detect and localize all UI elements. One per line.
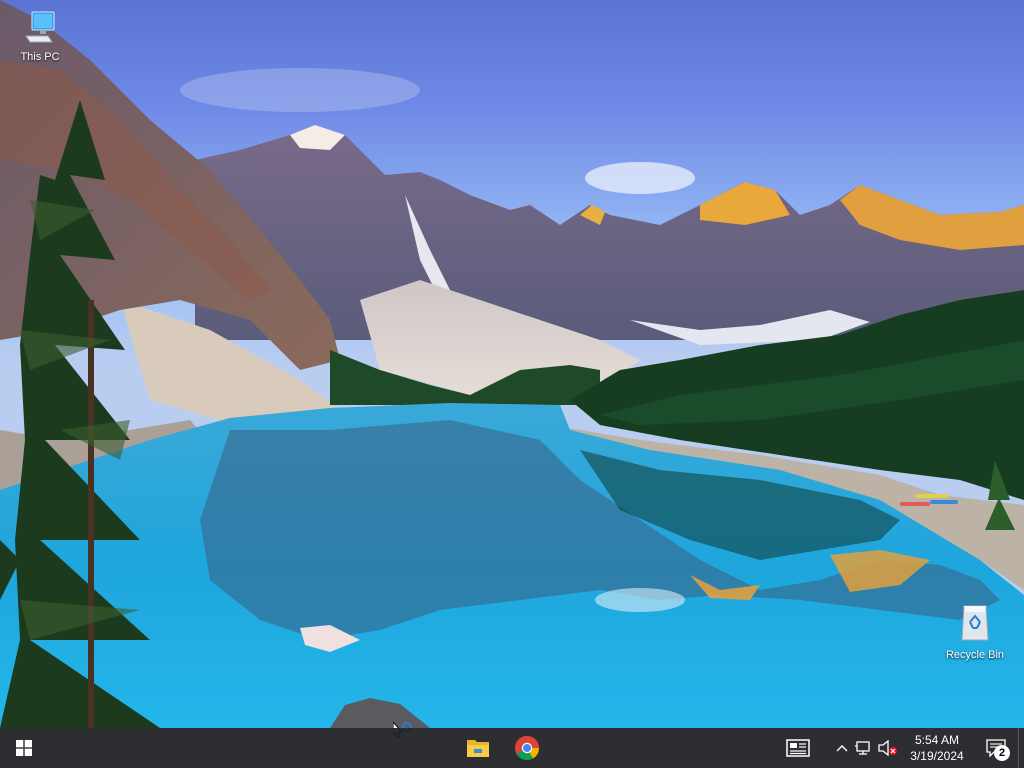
this-pc-icon [25,11,55,43]
system-tray: 5:54 AM 3/19/2024 2 [778,728,1024,768]
show-hidden-icons-button[interactable] [832,728,852,768]
recycle-bin-icon [961,605,989,641]
start-button[interactable] [0,728,48,768]
folder-icon [467,740,489,757]
chrome-icon [515,736,539,761]
volume-button[interactable] [876,728,900,768]
taskbar: 5:54 AM 3/19/2024 2 [0,728,1024,768]
show-desktop-button[interactable] [1018,728,1024,768]
news-and-interests-button[interactable] [778,728,818,768]
windows-logo-icon [16,740,32,756]
wallpaper-lake-mountains [0,0,1024,728]
recycle-bin-desktop-icon[interactable]: Recycle Bin [935,600,1015,661]
notification-count-badge: 2 [994,745,1010,761]
network-icon [855,741,870,755]
chevron-up-icon [836,745,848,752]
network-button[interactable] [852,728,876,768]
taskbar-file-explorer-button[interactable] [454,728,502,768]
this-pc-label: This PC [20,51,60,63]
taskbar-chrome-button[interactable] [503,728,551,768]
recycle-bin-label: Recycle Bin [945,649,1005,661]
news-icon [786,739,810,757]
clock[interactable]: 5:54 AM 3/19/2024 [900,728,974,768]
desktop-wallpaper[interactable] [0,0,1024,728]
clock-time: 5:54 AM [914,733,959,747]
this-pc-desktop-icon[interactable]: This PC [0,6,80,63]
clock-date: 3/19/2024 [910,749,964,763]
action-center-button[interactable]: 2 [974,728,1018,768]
volume-muted-icon [878,740,897,756]
